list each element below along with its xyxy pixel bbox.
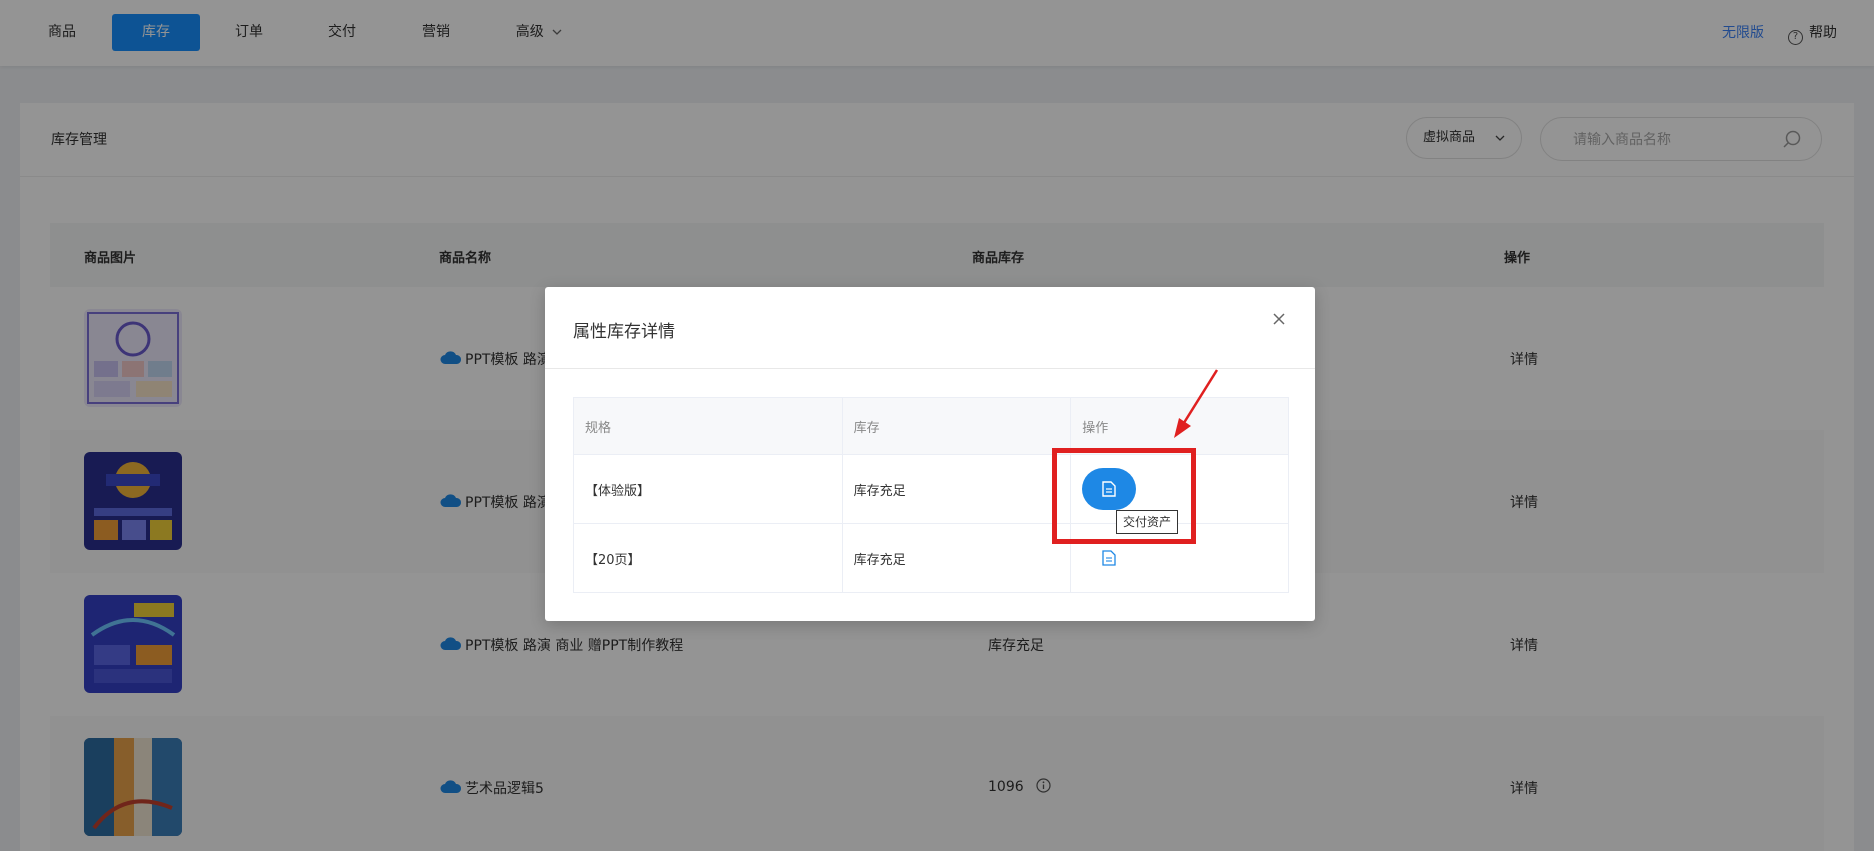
dialog-title: 属性库存详情 <box>573 322 675 342</box>
column-header: 库存 <box>841 397 1072 455</box>
stock-detail-dialog: 属性库存详情 规格 库存 操作 【体验版】 库存充足 【20页】 库存充足 <box>545 287 1315 621</box>
sku-stock: 库存充足 <box>841 454 1072 524</box>
highlight-box <box>1052 448 1196 544</box>
close-icon[interactable] <box>1269 309 1289 329</box>
arrow-icon <box>1174 369 1219 438</box>
column-header: 规格 <box>573 397 843 455</box>
sku-spec: 【体验版】 <box>573 454 843 524</box>
sku-spec: 【20页】 <box>573 523 843 593</box>
document-icon[interactable] <box>1102 550 1116 566</box>
sku-stock: 库存充足 <box>841 523 1072 593</box>
